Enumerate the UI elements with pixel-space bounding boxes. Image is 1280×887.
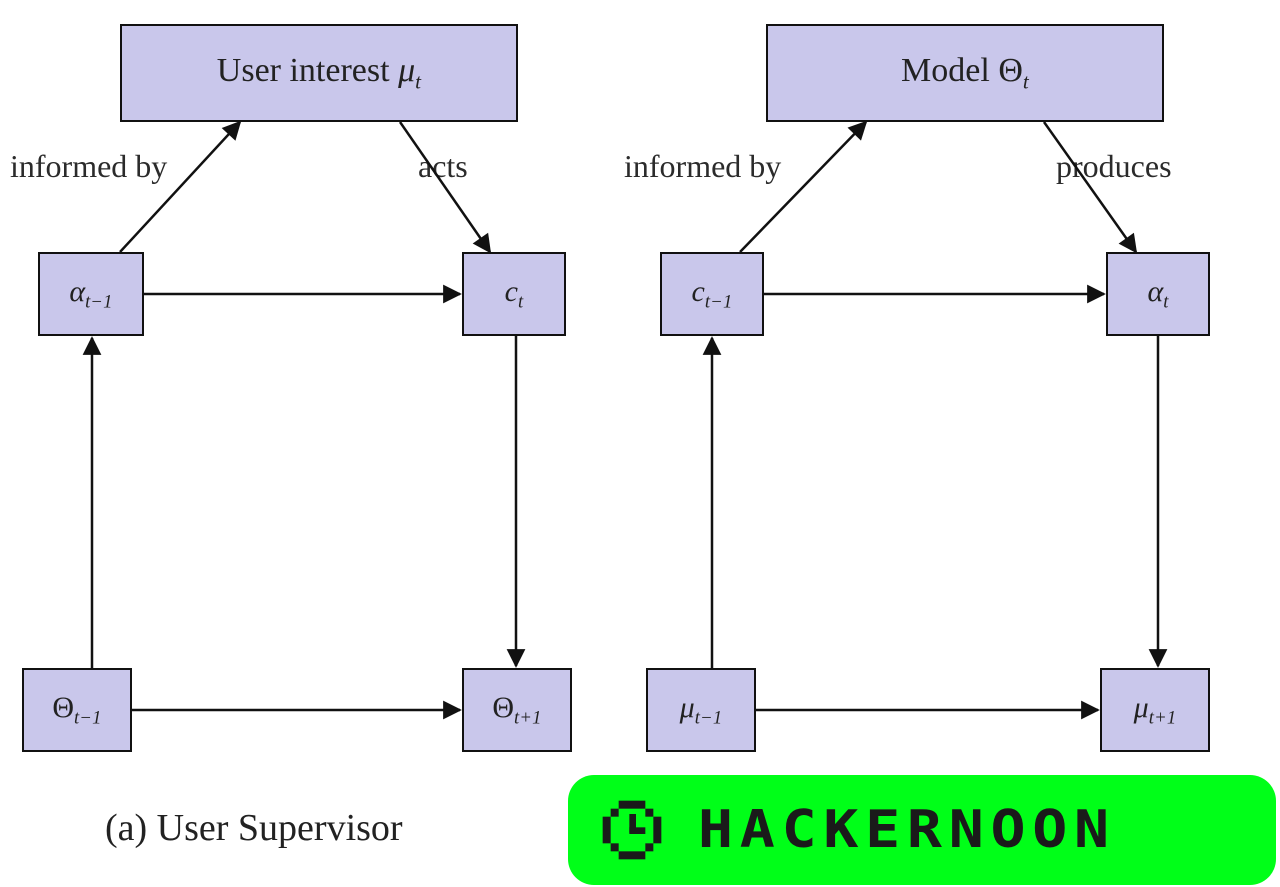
left-top-box: User interest μt bbox=[120, 24, 518, 122]
right-edge-label-produces: produces bbox=[1056, 148, 1172, 185]
left-node-c-t: ct bbox=[462, 252, 566, 336]
left-node-theta-tm1: Θt−1 bbox=[22, 668, 132, 752]
hackernoon-text: HACKERNOON bbox=[698, 800, 1116, 860]
arrow-right-top-to-alpha bbox=[1044, 122, 1136, 252]
left-edge-label-acts: acts bbox=[418, 148, 468, 185]
right-top-symbol: Θ bbox=[998, 52, 1023, 89]
right-top-sub: t bbox=[1023, 69, 1029, 93]
left-top-symbol: μ bbox=[398, 52, 415, 89]
right-node-c-tm1: ct−1 bbox=[660, 252, 764, 336]
arrow-right-c-to-top bbox=[740, 122, 866, 252]
left-node-alpha-tm1: αt−1 bbox=[38, 252, 144, 336]
arrow-left-alpha-to-top bbox=[120, 122, 240, 252]
clock-pixel-icon bbox=[600, 798, 664, 862]
left-caption: (a) User Supervisor bbox=[105, 806, 403, 850]
right-edge-label-informed-by: informed by bbox=[624, 148, 781, 185]
right-top-box: Model Θt bbox=[766, 24, 1164, 122]
left-top-sub: t bbox=[415, 69, 421, 93]
right-node-alpha-t: αt bbox=[1106, 252, 1210, 336]
right-top-prefix: Model bbox=[901, 52, 998, 89]
hackernoon-badge: HACKERNOON bbox=[568, 775, 1276, 885]
arrows-layer bbox=[0, 0, 1280, 887]
right-node-mu-tm1: μt−1 bbox=[646, 668, 756, 752]
left-edge-label-informed-by: informed by bbox=[10, 148, 167, 185]
right-node-mu-tp1: μt+1 bbox=[1100, 668, 1210, 752]
arrow-left-top-to-c bbox=[400, 122, 490, 252]
left-top-prefix: User interest bbox=[217, 52, 398, 89]
left-node-theta-tp1: Θt+1 bbox=[462, 668, 572, 752]
diagram-canvas: User interest μt informed by acts αt−1 c… bbox=[0, 0, 1280, 887]
